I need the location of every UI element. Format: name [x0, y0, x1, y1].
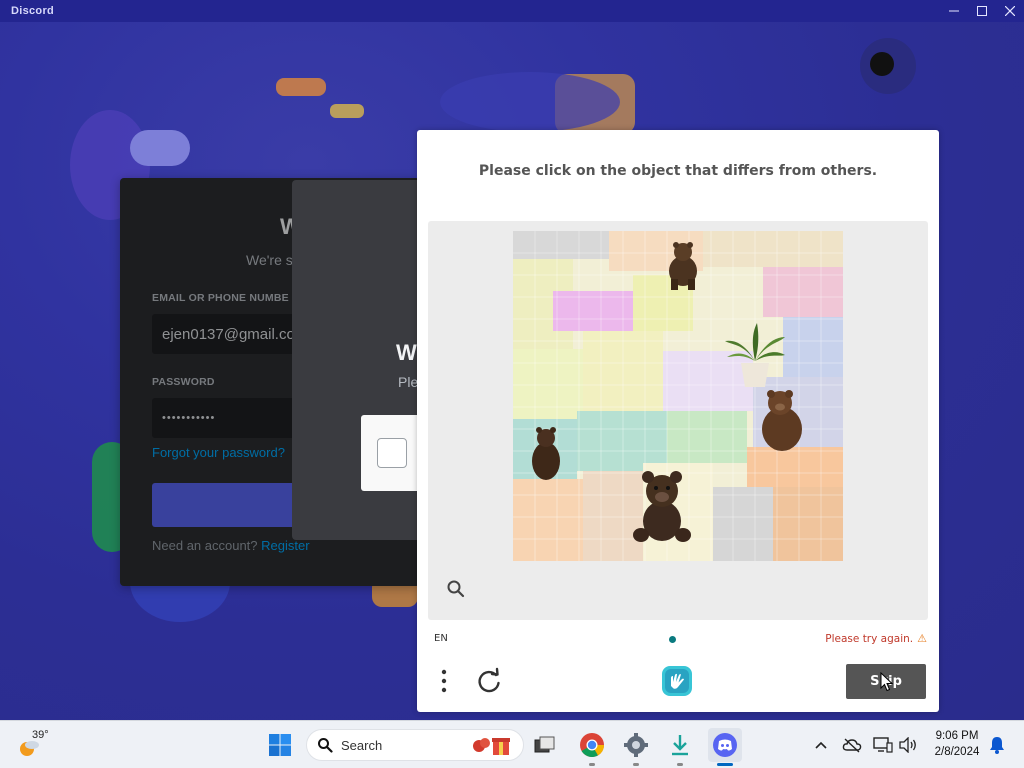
window-title: Discord	[11, 5, 55, 17]
refresh-icon[interactable]	[475, 667, 503, 695]
minimize-button[interactable]	[940, 0, 968, 22]
notifications-button[interactable]	[986, 734, 1008, 756]
task-view-button[interactable]	[530, 730, 560, 760]
maximize-button[interactable]	[968, 0, 996, 22]
gear-icon	[624, 733, 648, 757]
onedrive-tray[interactable]	[841, 734, 863, 756]
hcaptcha-challenge: Please click on the object that differs …	[417, 130, 939, 712]
language-selector[interactable]: EN	[434, 633, 448, 644]
speaker-icon	[899, 737, 916, 753]
more-options-icon[interactable]	[435, 668, 453, 694]
clock-date: 2/8/2024	[934, 746, 980, 758]
hcaptcha-checkbox-widget	[361, 415, 421, 491]
windows-taskbar: 39° Search 9:06 PM 2/8/2024	[0, 720, 1024, 768]
settings-app[interactable]	[621, 730, 651, 760]
bear-object[interactable]	[758, 389, 806, 455]
verification-modal-heading: W	[396, 340, 417, 365]
hcaptcha-checkbox[interactable]	[377, 438, 407, 468]
settings-running-indicator	[633, 763, 639, 766]
mouse-pointer-icon	[880, 672, 894, 692]
volume-tray[interactable]	[897, 734, 919, 756]
bell-icon	[990, 737, 1004, 754]
downloads-app[interactable]	[665, 730, 695, 760]
clock-time: 9:06 PM	[935, 730, 979, 742]
downloads-running-indicator	[677, 763, 683, 766]
start-button[interactable]	[265, 730, 295, 760]
maximize-icon	[977, 6, 987, 16]
show-hidden-icons-button[interactable]	[810, 734, 832, 756]
search-highlight-gift-icon	[473, 738, 510, 755]
zoom-icon[interactable]	[446, 579, 466, 599]
network-tray[interactable]	[872, 734, 894, 756]
download-icon	[672, 735, 688, 756]
taskbar-search[interactable]: Search	[306, 729, 524, 761]
chevron-up-icon	[815, 741, 827, 749]
minimize-icon	[949, 10, 959, 12]
bear-object[interactable]	[665, 241, 701, 291]
close-icon	[1005, 6, 1015, 16]
chrome-app[interactable]	[577, 730, 607, 760]
challenge-prompt: Please click on the object that differs …	[478, 163, 878, 179]
close-button[interactable]	[996, 0, 1024, 22]
search-icon	[318, 738, 333, 753]
taskbar-clock[interactable]: 9:06 PM 2/8/2024	[930, 728, 984, 760]
error-text: Please try again.	[825, 632, 914, 645]
warning-icon: ⚠	[917, 632, 927, 645]
weather-widget[interactable]: 39°	[18, 729, 58, 759]
discord-running-indicator	[717, 763, 733, 766]
verification-modal-text: Ple	[398, 374, 419, 390]
hcaptcha-logo-icon[interactable]	[660, 664, 694, 698]
page-indicator-dot	[669, 636, 676, 643]
teddy-bear-object[interactable]	[633, 471, 691, 545]
discord-app[interactable]	[708, 728, 742, 762]
network-icon	[873, 737, 893, 753]
windows-logo-icon	[269, 734, 291, 756]
cloud-offline-icon	[842, 738, 862, 753]
challenge-image[interactable]	[513, 231, 843, 561]
potted-plant-object[interactable]	[723, 323, 787, 389]
bear-object[interactable]	[529, 427, 563, 483]
error-message: Please try again. ⚠	[825, 632, 927, 645]
window-titlebar[interactable]: Discord	[0, 0, 1024, 22]
weather-temperature: 39°	[32, 729, 49, 741]
task-view-icon	[534, 736, 555, 753]
search-label: Search	[341, 737, 383, 753]
chrome-icon	[580, 733, 604, 758]
chrome-running-indicator	[589, 763, 595, 766]
discord-icon	[713, 733, 737, 757]
challenge-area	[428, 221, 928, 620]
